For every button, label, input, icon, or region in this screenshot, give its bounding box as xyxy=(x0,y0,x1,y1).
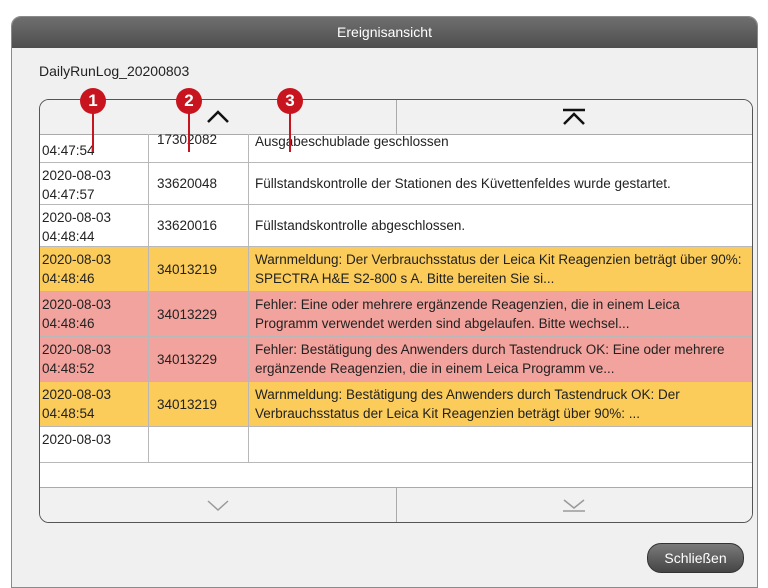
event-message-cell: Fehler: Bestätigung des Anwenders durch … xyxy=(249,337,752,381)
date-text: 2020-08-03 xyxy=(42,168,112,183)
table-row[interactable]: 2020-08-03 04:48:52 34013229 Fehler: Bestät… xyxy=(40,337,752,382)
table-row[interactable]: 2020-08-03 04:47:57 33620048 Füllstandskont… xyxy=(40,163,752,205)
table-row[interactable]: 2020-08-03 xyxy=(40,427,752,463)
message-text: Füllstandskontrolle der Stationen des Kü… xyxy=(255,176,671,191)
scroll-bar-top xyxy=(40,100,752,135)
event-view-window: Ereignisansicht DailyRunLog_20200803 04:… xyxy=(11,16,758,588)
time-text: 04:47:54 xyxy=(42,143,95,158)
event-code-cell: 34013229 xyxy=(149,337,249,381)
chevron-up-bar-icon xyxy=(563,108,586,125)
event-message-cell xyxy=(249,427,752,462)
message-text: Warnmeldung: Der Verbrauchsstatus der Le… xyxy=(255,252,742,286)
timestamp-cell: 2020-08-03 04:48:52 xyxy=(40,337,149,381)
chevron-up-icon xyxy=(206,110,229,123)
timestamp-cell: 2020-08-03 04:47:57 xyxy=(40,163,149,204)
time-text: 04:48:54 xyxy=(42,406,95,421)
message-text: Fehler: Bestätigung des Anwenders durch … xyxy=(255,342,725,376)
event-code-cell: 34013229 xyxy=(149,292,249,336)
event-message-cell: Ausgabeschublade geschlossen xyxy=(249,134,752,162)
event-message-cell: Füllstandskontrolle abgeschlossen. xyxy=(249,205,752,246)
time-text: 04:48:44 xyxy=(42,229,95,244)
callout-3: 3 xyxy=(277,88,303,114)
time-text: 04:48:46 xyxy=(42,316,95,331)
chevron-down-icon xyxy=(207,500,229,512)
date-text: 2020-08-03 xyxy=(42,252,112,267)
close-button[interactable]: Schließen xyxy=(647,543,744,573)
message-text: Warnmeldung: Bestätigung des Anwenders d… xyxy=(255,387,680,421)
event-code-cell: 33620048 xyxy=(149,163,249,204)
event-list[interactable]: 04:47:54 17302082 Ausgabeschublade geschlo… xyxy=(40,134,752,488)
scroll-to-bottom-button[interactable] xyxy=(395,488,753,522)
timestamp-cell: 04:47:54 xyxy=(40,134,149,162)
date-text: 2020-08-03 xyxy=(42,342,112,357)
event-message-cell: Füllstandskontrolle der Stationen des Kü… xyxy=(249,163,752,204)
event-code-cell xyxy=(149,427,249,462)
date-text: 2020-08-03 xyxy=(42,210,112,225)
table-row[interactable]: 2020-08-03 04:48:44 33620016 Füllstandskont… xyxy=(40,205,752,247)
table-row[interactable]: 04:47:54 17302082 Ausgabeschublade geschlo… xyxy=(40,134,752,163)
event-code-cell: 17302082 xyxy=(149,134,249,162)
table-row[interactable]: 2020-08-03 04:48:46 34013219 Warnmeldung: D… xyxy=(40,247,752,292)
message-text: Fehler: Eine oder mehrere ergänzende Rea… xyxy=(255,297,680,331)
event-table: 04:47:54 17302082 Ausgabeschublade geschlo… xyxy=(39,99,753,523)
log-file-name: DailyRunLog_20200803 xyxy=(39,63,190,79)
event-code-cell: 33620016 xyxy=(149,205,249,246)
event-code-cell: 34013219 xyxy=(149,247,249,291)
event-message-cell: Warnmeldung: Bestätigung des Anwenders d… xyxy=(249,382,752,426)
event-message-cell: Warnmeldung: Der Verbrauchsstatus der Le… xyxy=(249,247,752,291)
date-text: 2020-08-03 xyxy=(42,432,112,447)
timestamp-cell: 2020-08-03 xyxy=(40,427,149,462)
timestamp-cell: 2020-08-03 04:48:54 xyxy=(40,382,149,426)
event-message-cell: Fehler: Eine oder mehrere ergänzende Rea… xyxy=(249,292,752,336)
scroll-to-top-button[interactable] xyxy=(395,100,753,134)
table-row[interactable]: 2020-08-03 04:48:54 34013219 Warnmeldung: B… xyxy=(40,382,752,427)
message-text: Füllstandskontrolle abgeschlossen. xyxy=(255,218,466,233)
callout-2: 2 xyxy=(176,88,202,114)
callout-1: 1 xyxy=(80,88,106,114)
timestamp-cell: 2020-08-03 04:48:46 xyxy=(40,292,149,336)
time-text: 04:48:52 xyxy=(42,361,95,376)
time-text: 04:47:57 xyxy=(42,187,95,202)
chevron-down-bar-icon xyxy=(563,499,586,512)
window-title: Ereignisansicht xyxy=(12,17,757,48)
scroll-down-button[interactable] xyxy=(40,488,396,522)
table-row[interactable]: 2020-08-03 04:48:46 34013229 Fehler: Eine o… xyxy=(40,292,752,337)
scroll-bar-bottom xyxy=(40,487,752,522)
callout-1-leader xyxy=(92,112,94,152)
callout-3-leader xyxy=(289,112,291,152)
event-code-cell: 34013219 xyxy=(149,382,249,426)
callout-2-leader xyxy=(188,112,190,152)
date-text: 2020-08-03 xyxy=(42,387,112,402)
message-text: Ausgabeschublade geschlossen xyxy=(255,134,449,149)
timestamp-cell: 2020-08-03 04:48:44 xyxy=(40,205,149,246)
time-text: 04:48:46 xyxy=(42,271,95,286)
date-text: 2020-08-03 xyxy=(42,297,112,312)
timestamp-cell: 2020-08-03 04:48:46 xyxy=(40,247,149,291)
